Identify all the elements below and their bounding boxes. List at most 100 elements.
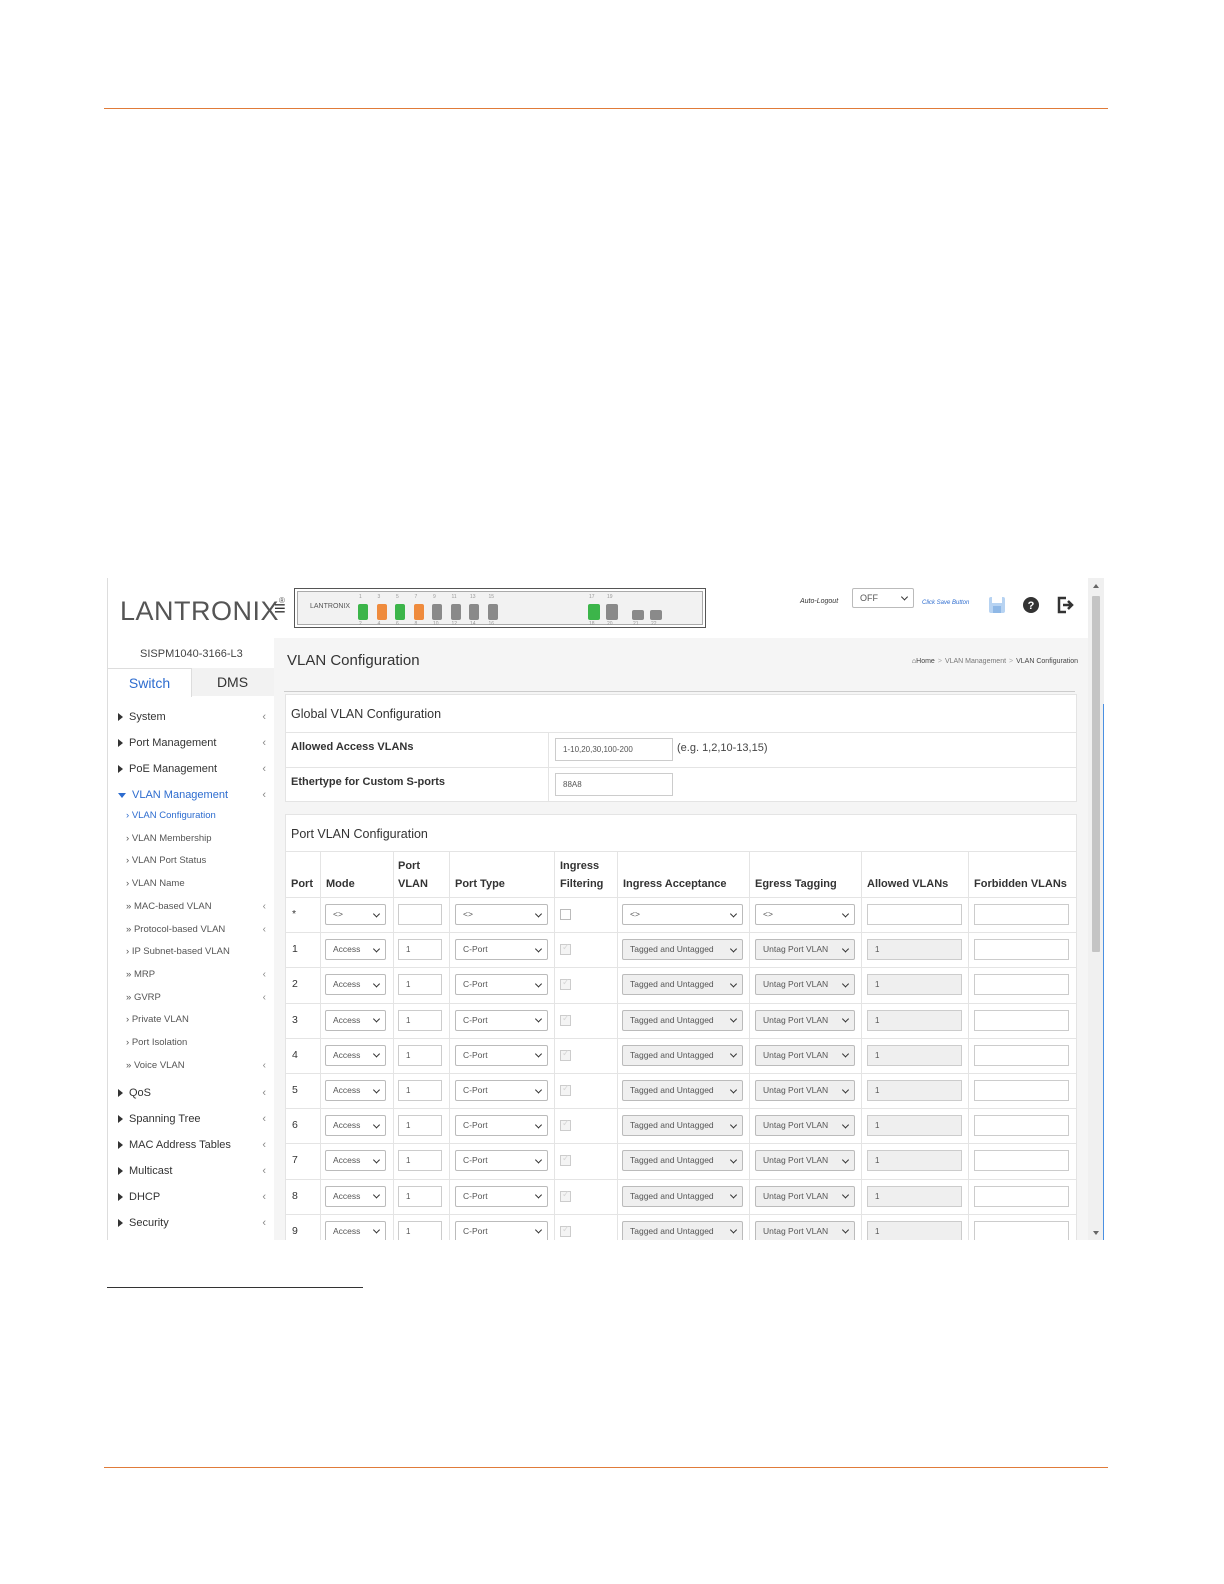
sidebar-subitem-private-vlan[interactable]: › Private VLAN [126, 1014, 270, 1025]
menu-icon[interactable]: ≡ [274, 598, 286, 621]
allowed-vlans-input[interactable]: 1 [867, 1080, 962, 1101]
mode-select[interactable]: Access [325, 1009, 386, 1031]
port-type-select[interactable]: C-Port [455, 1044, 548, 1066]
allowed-vlans-input[interactable]: 1 [867, 974, 962, 996]
sfp-port[interactable] [632, 610, 644, 620]
tab-dms[interactable]: DMS [191, 668, 274, 696]
ingress-acceptance-select[interactable]: <> [622, 904, 743, 925]
port-vlan-input[interactable]: 1 [398, 974, 442, 996]
forbidden-vlans-input[interactable] [974, 974, 1069, 996]
sidebar-subitem-vlan-name[interactable]: › VLAN Name [126, 878, 270, 889]
forbidden-vlans-input[interactable] [974, 1115, 1069, 1137]
ingress-acceptance-select[interactable]: Tagged and Untagged [622, 1044, 743, 1066]
mode-select[interactable]: Access [325, 1044, 386, 1066]
forbidden-vlans-input[interactable] [974, 1080, 1069, 1101]
mode-select[interactable]: Access [325, 1185, 386, 1207]
allowed-vlans-input[interactable]: 1 [867, 939, 962, 961]
allowed-vlans-input[interactable]: 1 [867, 1009, 962, 1031]
egress-tagging-select[interactable]: Untag Port VLAN [755, 1080, 855, 1101]
sidebar-subitem-gvrp[interactable]: » GVRP ‹ [126, 992, 270, 1003]
ingress-acceptance-select[interactable]: Tagged and Untagged [622, 1185, 743, 1207]
ingress-filtering-checkbox[interactable] [560, 1153, 571, 1167]
port-type-select[interactable]: <> [455, 904, 548, 925]
rj45-port[interactable] [432, 604, 442, 620]
sidebar-item-spanning-tree[interactable]: Spanning Tree ‹ [118, 1113, 270, 1125]
ingress-acceptance-select[interactable]: Tagged and Untagged [622, 1220, 743, 1240]
forbidden-vlans-input[interactable] [974, 1220, 1069, 1240]
allowed-vlans-input[interactable] [867, 904, 962, 925]
ingress-acceptance-select[interactable]: Tagged and Untagged [622, 1115, 743, 1137]
sidebar-subitem-vlan-configuration[interactable]: › VLAN Configuration [126, 810, 270, 821]
port-vlan-input[interactable]: 1 [398, 1009, 442, 1031]
ingress-filtering-checkbox[interactable] [560, 942, 571, 956]
sidebar-subitem-mac-based-vlan[interactable]: » MAC-based VLAN ‹ [126, 901, 270, 912]
port-vlan-input[interactable]: 1 [398, 939, 442, 961]
forbidden-vlans-input[interactable] [974, 939, 1069, 961]
logout-icon[interactable] [1056, 596, 1074, 614]
mode-select[interactable]: Access [325, 939, 386, 961]
egress-tagging-select[interactable]: Untag Port VLAN [755, 1185, 855, 1207]
sidebar-item-vlan-management[interactable]: VLAN Management ‹ [118, 789, 270, 801]
mode-select[interactable]: Access [325, 1220, 386, 1240]
sidebar-item-poe-management[interactable]: PoE Management ‹ [118, 763, 270, 775]
sidebar-subitem-mrp[interactable]: » MRP ‹ [126, 969, 270, 980]
sidebar-item-qos[interactable]: QoS ‹ [118, 1087, 270, 1099]
sfp-port[interactable] [650, 610, 662, 620]
egress-tagging-select[interactable]: Untag Port VLAN [755, 1044, 855, 1066]
sidebar-item-security[interactable]: Security ‹ [118, 1217, 270, 1229]
ingress-filtering-checkbox[interactable] [560, 1048, 571, 1061]
sidebar-item-multicast[interactable]: Multicast ‹ [118, 1165, 270, 1177]
sidebar-subitem-ip-subnet-based-vlan[interactable]: › IP Subnet-based VLAN [126, 946, 270, 957]
egress-tagging-select[interactable]: Untag Port VLAN [755, 1115, 855, 1137]
port-vlan-input[interactable]: 1 [398, 1185, 442, 1207]
rj45-port[interactable] [358, 604, 368, 620]
port-type-select[interactable]: C-Port [455, 1115, 548, 1137]
forbidden-vlans-input[interactable] [974, 1150, 1069, 1172]
sidebar-item-port-management[interactable]: Port Management ‹ [118, 737, 270, 749]
ingress-acceptance-select[interactable]: Tagged and Untagged [622, 1080, 743, 1101]
forbidden-vlans-input[interactable] [974, 904, 1069, 925]
port-type-select[interactable]: C-Port [455, 1185, 548, 1207]
scrollbar-thumb[interactable] [1092, 596, 1100, 952]
egress-tagging-select[interactable]: Untag Port VLAN [755, 1150, 855, 1172]
sidebar-subitem-voice-vlan[interactable]: » Voice VLAN ‹ [126, 1060, 270, 1071]
scroll-down-arrow-icon[interactable] [1093, 1231, 1099, 1235]
rj45-port[interactable] [450, 604, 461, 620]
sidebar-item-mac-address-tables[interactable]: MAC Address Tables ‹ [118, 1139, 270, 1151]
ingress-filtering-checkbox[interactable] [560, 1189, 571, 1202]
ethertype-input[interactable]: 88A8 [555, 773, 673, 796]
port-vlan-input[interactable]: 1 [398, 1044, 442, 1066]
forbidden-vlans-input[interactable] [974, 1185, 1069, 1207]
breadcrumb-vlan-management[interactable]: VLAN Management [945, 658, 1006, 665]
port-type-select[interactable]: C-Port [455, 974, 548, 996]
forbidden-vlans-input[interactable] [974, 1009, 1069, 1031]
sidebar-subitem-port-isolation[interactable]: › Port Isolation [126, 1037, 270, 1048]
rj45-port[interactable] [395, 604, 405, 620]
egress-tagging-select[interactable]: Untag Port VLAN [755, 939, 855, 961]
rj45-port[interactable] [413, 604, 424, 620]
port-vlan-input[interactable]: 1 [398, 1115, 442, 1137]
ingress-acceptance-select[interactable]: Tagged and Untagged [622, 939, 743, 961]
rj45-port[interactable] [469, 604, 479, 620]
ingress-filtering-checkbox[interactable] [560, 1118, 571, 1132]
scroll-up-arrow-icon[interactable] [1093, 584, 1099, 588]
sidebar-item-system[interactable]: System ‹ [118, 711, 270, 723]
egress-tagging-select[interactable]: Untag Port VLAN [755, 1220, 855, 1240]
allowed-vlans-input[interactable]: 1 [867, 1185, 962, 1207]
sidebar-subitem-vlan-membership[interactable]: › VLAN Membership [126, 833, 270, 844]
port-type-select[interactable]: C-Port [455, 1009, 548, 1031]
port-vlan-input[interactable] [398, 904, 442, 925]
sidebar-subitem-vlan-port-status[interactable]: › VLAN Port Status [126, 855, 270, 866]
port-vlan-input[interactable]: 1 [398, 1080, 442, 1101]
ingress-acceptance-select[interactable]: Tagged and Untagged [622, 1150, 743, 1172]
ingress-filtering-checkbox[interactable] [560, 909, 571, 920]
port-type-select[interactable]: C-Port [455, 1150, 548, 1172]
egress-tagging-select[interactable]: Untag Port VLAN [755, 974, 855, 996]
sidebar-subitem-protocol-based-vlan[interactable]: » Protocol-based VLAN ‹ [126, 924, 270, 935]
port-vlan-input[interactable]: 1 [398, 1150, 442, 1172]
sfp-port[interactable] [588, 604, 600, 620]
ingress-filtering-checkbox[interactable] [560, 1083, 571, 1096]
ingress-filtering-checkbox[interactable] [560, 977, 571, 991]
ingress-acceptance-select[interactable]: Tagged and Untagged [622, 1009, 743, 1031]
mode-select[interactable]: Access [325, 974, 386, 996]
